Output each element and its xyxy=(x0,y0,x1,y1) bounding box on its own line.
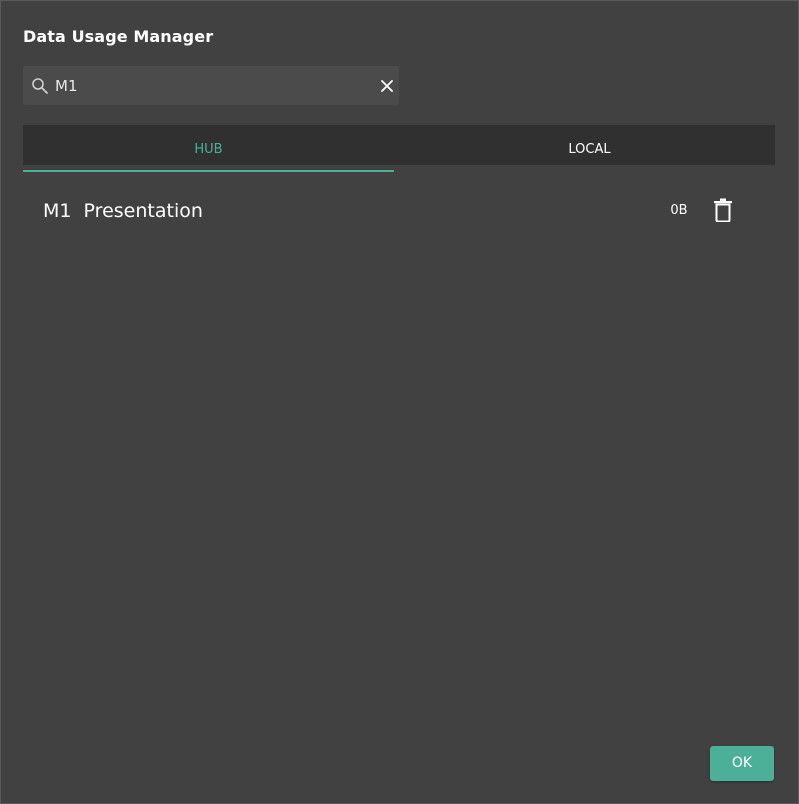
search-input[interactable] xyxy=(55,74,355,98)
active-tab-indicator xyxy=(23,170,394,172)
close-icon[interactable] xyxy=(379,78,395,94)
dialog-title: Data Usage Manager xyxy=(23,27,214,46)
tab-hub[interactable]: HUB xyxy=(23,125,394,165)
list-item: M1 Presentation 0B xyxy=(23,191,775,231)
trash-icon[interactable] xyxy=(712,198,734,222)
item-size: 0B xyxy=(670,203,688,218)
tab-bar: HUB LOCAL xyxy=(23,125,775,165)
ok-button[interactable]: OK xyxy=(710,746,774,781)
tab-local[interactable]: LOCAL xyxy=(404,125,775,165)
data-usage-manager-dialog: Data Usage Manager HUB LOCAL M1 Presenta… xyxy=(0,0,799,804)
search-icon xyxy=(32,78,48,94)
search-box[interactable] xyxy=(23,66,399,105)
item-name: M1 Presentation xyxy=(43,200,203,222)
